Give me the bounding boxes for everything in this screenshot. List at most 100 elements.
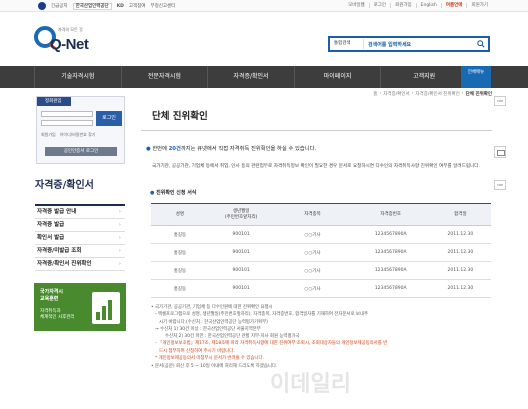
table-cell: 1234567890A: [351, 279, 430, 298]
customer-participation-link[interactable]: 고객참여: [129, 3, 146, 9]
column-header: 성명: [151, 203, 209, 226]
password-field[interactable]: [41, 120, 93, 126]
table-row: 홍길동 900101 ○○기사 1234567890A 2011.12.30: [151, 261, 491, 280]
table-cell: 2011.12.30: [429, 243, 491, 262]
table-cell: 1234567890A: [351, 225, 430, 244]
note-line: • 국가기관, 공공기관, 기업체 등 다수인원에 대한 진위확인 요청시: [151, 305, 273, 310]
nav-customer-support[interactable]: 고객지원: [380, 66, 468, 88]
verification-form-table: 성명 생년월일 (주민번호앞자리) 자격종목 자격증번호 합격일 홍길동 9001…: [151, 203, 491, 298]
sidebar-item-verification[interactable]: 자격증/확인서 진위확인 ›: [35, 258, 125, 271]
login-panel-title: 정회원입: [37, 97, 71, 106]
table-cell: 홍길동: [151, 261, 209, 280]
subtitle-bullet-icon: ●: [150, 190, 155, 196]
mobile-web-link[interactable]: 모바일웹: [344, 3, 369, 8]
fraud-report-link[interactable]: 부정신고센터: [150, 3, 175, 9]
table-cell: 2011.12.30: [429, 261, 491, 280]
breadcrumb-level-2[interactable]: 자격증/확인서 진위확인: [415, 91, 459, 97]
logo-tagline: 자격의 모든 것: [58, 27, 83, 32]
table-cell: 900101: [208, 279, 274, 298]
search-category-select[interactable]: 통합검색: [330, 39, 364, 49]
banner-subtext: 자격취득과 체계적인 사후관리: [40, 309, 75, 321]
request-notes: • 국가기관, 공공기관, 기업체 등 다수인원에 대한 진위확인 요청시 - …: [151, 304, 491, 371]
page-title: 단체 진위확인: [152, 111, 208, 122]
search-icon: [477, 40, 485, 48]
notice-highlight: 20건: [168, 146, 181, 152]
chevron-right-icon: ›: [118, 261, 121, 267]
nav-certificate[interactable]: 자격증/확인서: [207, 66, 294, 88]
sidebar-item-label: 자격증/확인서 진위확인: [37, 261, 92, 267]
form-subtitle-text: 진위확인 신청 서식: [156, 190, 197, 196]
urgent-notice-link[interactable]: 긴급공지: [51, 3, 68, 9]
side-tools: TOP TOP: [494, 96, 528, 190]
description-paragraph: 국가기관, 공공기관, 기업체 등에서 취업, 인사 등의 관련업무로 자격취득…: [152, 164, 480, 169]
logo-text: Q-Net: [50, 36, 89, 53]
column-header: 생년월일 (주민번호앞자리): [208, 203, 274, 226]
government-emblem-icon: [38, 2, 46, 10]
note-line: 드시 첨부하여 신청하여 주시기 바랍니다.: [159, 348, 235, 354]
note-line: 수신처 2) 30건 미만 : 한국산업인력공단 관할 지부·지사 회원 능력평…: [165, 334, 300, 340]
user-id-field[interactable]: [41, 111, 93, 117]
notice-prefix: 한번에: [152, 146, 169, 152]
hrd-korea-logo[interactable]: 한국산업인력공단: [72, 2, 112, 10]
signup-link[interactable]: 회원가입: [41, 132, 56, 138]
promo-banner[interactable]: 국가자격시 교육훈련 자격취득과 체계적인 사후관리: [34, 283, 126, 331]
breadcrumb-home[interactable]: 홈: [373, 91, 377, 97]
note-line: - 「개인정보보호법」제17조, 제18조에 따라 자격취득사항에 대한 진위여…: [155, 341, 388, 347]
member-link[interactable]: 회원가기: [466, 3, 492, 8]
table-cell: 2011.12.30: [429, 225, 491, 244]
sidebar-item-label: 자격증 발급: [37, 222, 65, 228]
accessibility-link[interactable]: 여름언애: [440, 3, 467, 8]
column-header: 자격종목: [273, 203, 352, 226]
notice-bullet-icon: ●: [146, 146, 151, 152]
form-subtitle: ● 진위확인 신청 서식: [150, 189, 196, 196]
column-header: 자격증번호: [351, 203, 430, 226]
watermark: 이데일리: [270, 371, 351, 397]
notice-suffix: 까지는 큐넷에서 직접 자격취득 진위확인을 하실 수 있습니다.: [180, 146, 317, 152]
nav-mypage[interactable]: 마이페이지: [293, 66, 381, 88]
main-navigation: 기술자격시험 전문자격시험 자격증/확인서 마이페이지 고객지원 전체메뉴: [0, 66, 528, 88]
breadcrumb-level-1[interactable]: 자격증/확인서: [383, 91, 409, 97]
breadcrumb-current: 단체 진위확인: [465, 92, 492, 97]
signup-link[interactable]: 회원가입: [390, 3, 416, 8]
nav-professional-exam[interactable]: 전문자격시험: [120, 66, 208, 88]
sidebar-item-unissued[interactable]: 자격증/미발급 조회 ›: [35, 245, 125, 258]
notice-text: ● 한번에 20건까지는 큐넷에서 직접 자격취득 진위확인을 하실 수 있습니…: [146, 144, 316, 152]
kd-logo[interactable]: KD: [117, 4, 124, 9]
scroll-top-button[interactable]: TOP: [494, 96, 506, 106]
table-cell: ○○기사: [273, 261, 352, 280]
sidebar-menu: 자격증 발급 안내 › 자격증 발급 › 확인서 발급 › 자격증/미발급 조회 › 자…: [35, 204, 125, 271]
scroll-top-button-2[interactable]: TOP: [494, 180, 506, 190]
all-menu-button[interactable]: 전체메뉴: [461, 66, 491, 88]
table-cell: ○○기사: [273, 279, 352, 298]
partner-links: 긴급공지 한국산업인력공단 KD 고객참여 부정신고센터: [38, 2, 175, 10]
search-input[interactable]: 검색어를 입력하세요: [364, 41, 474, 48]
search-button[interactable]: [474, 38, 488, 50]
table-cell: 900101: [208, 261, 274, 280]
english-link[interactable]: English: [415, 3, 441, 8]
bar-chart-icon: [92, 292, 120, 324]
table-cell: 2011.12.30: [429, 279, 491, 298]
sidebar-item-issue[interactable]: 자격증 발급 ›: [35, 219, 125, 232]
note-line: → 수신처 1) 30건 이상 : 한국산업인력공단 서울지역본부: [155, 326, 261, 332]
login-button[interactable]: 로그인: [96, 111, 122, 126]
table-row: 홍길동 900101 ○○기사 1234567890A 2011.12.30: [151, 225, 491, 244]
login-link[interactable]: 로그인: [368, 3, 390, 8]
sidebar-item-label: 자격증 발급 안내: [37, 209, 77, 215]
note-line: * 개인정보제공동의서 미첨부시 문서가 반려될 수 있습니다.: [155, 356, 264, 362]
note-line: 시기 바랍니다.(수신처 : 한국산업인력공단 능력평가기획부): [159, 319, 268, 325]
certificate-login-button[interactable]: 공인인증서 로그인: [45, 147, 117, 156]
chevron-right-icon: ›: [118, 248, 121, 254]
find-id-password-link[interactable]: 아이디/비밀번호 찾기: [60, 132, 96, 138]
sidebar-item-confirmation[interactable]: 확인서 발급 ›: [35, 232, 125, 245]
banner-line-4: 체계적인 사후관리: [40, 315, 75, 321]
chevron-right-icon: ›: [118, 222, 121, 228]
table-cell: ○○기사: [273, 243, 352, 262]
search-bar: 통합검색 검색어를 입력하세요: [328, 36, 490, 52]
breadcrumb: 홈 › 자격증/확인서 › 자격증/확인서 진위확인 › 단체 진위확인: [373, 91, 492, 97]
table-cell: ○○기사: [273, 225, 352, 244]
nav-technical-exam[interactable]: 기술자격시험: [34, 66, 121, 88]
sidebar-item-issue-guide[interactable]: 자격증 발급 안내 ›: [35, 206, 125, 219]
qnet-logo[interactable]: 자격의 모든 것 Q-Net: [34, 24, 104, 58]
print-icon[interactable]: [494, 146, 506, 158]
table-cell: 1234567890A: [351, 261, 430, 280]
